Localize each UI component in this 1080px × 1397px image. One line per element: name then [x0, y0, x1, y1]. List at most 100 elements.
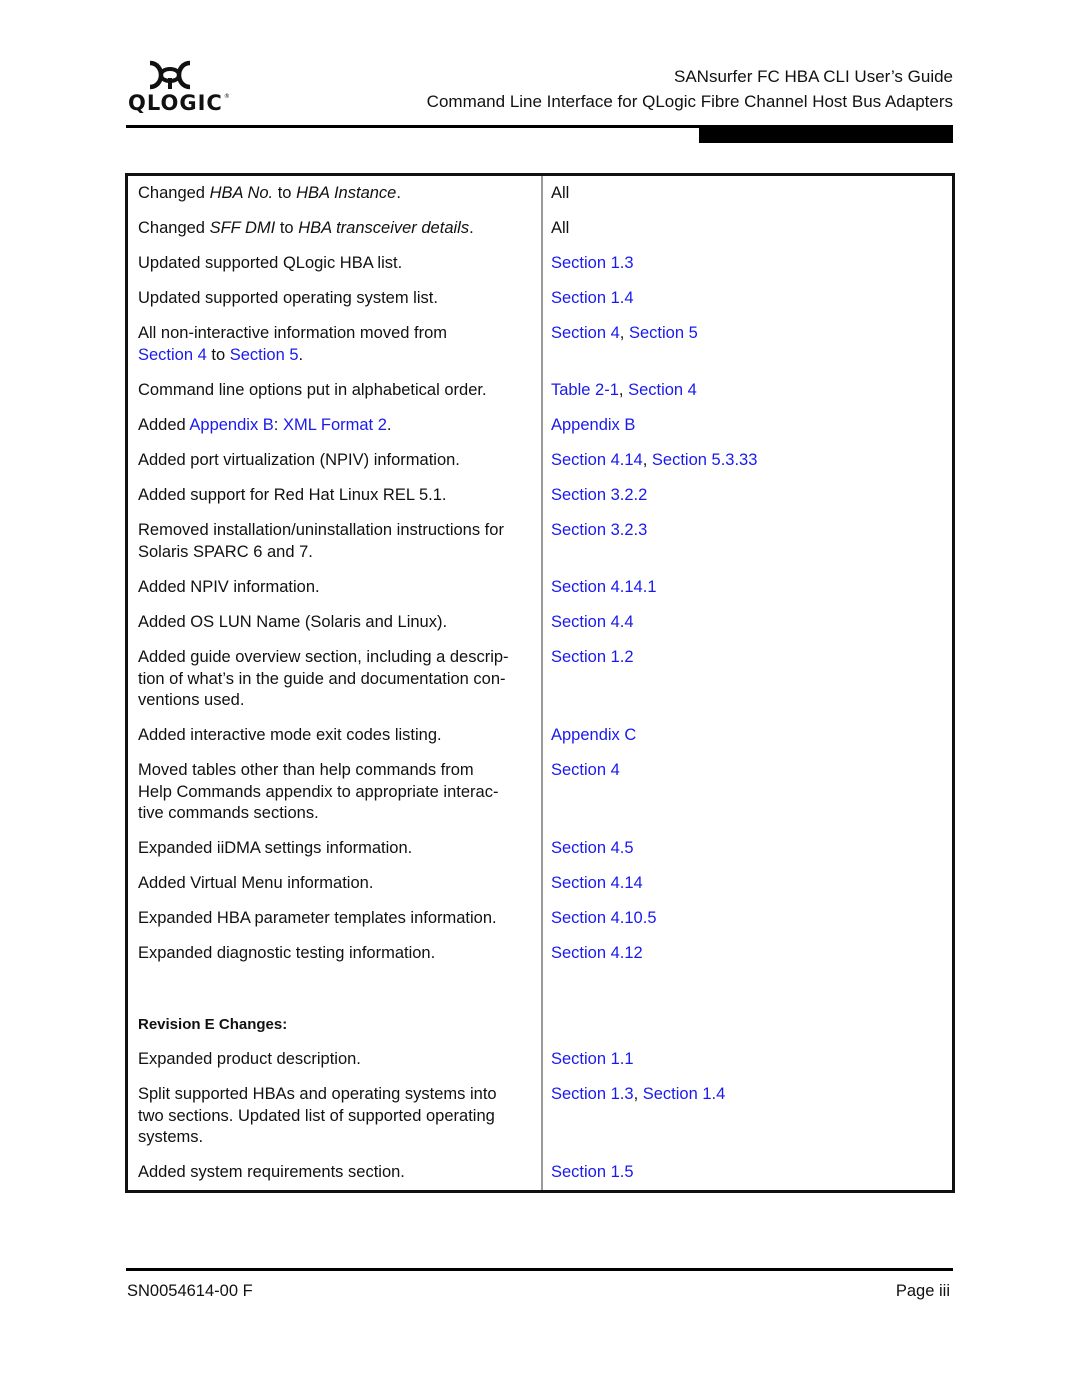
change-description-cell: Expanded diagnostic testing information.: [138, 943, 533, 965]
text: to: [275, 219, 299, 237]
text: All: [551, 219, 570, 237]
cross-reference-link[interactable]: Section 3.2.3: [551, 521, 647, 539]
qlogic-logo-text: QLOGIC®: [128, 91, 231, 115]
text: :: [273, 416, 283, 434]
cross-reference-link[interactable]: Appendix C: [551, 726, 636, 744]
change-description-cell: Added port virtualization (NPIV) informa…: [138, 450, 533, 472]
location-cell: All: [551, 183, 941, 205]
cross-reference-link[interactable]: Section 1.4: [643, 1085, 726, 1103]
cross-reference-link[interactable]: Section 4.14: [551, 451, 643, 469]
text: Expanded iiDMA settings information.: [138, 839, 413, 857]
location-cell: Section 3.2.2: [551, 485, 941, 507]
location-cell: Section 1.1: [551, 1049, 941, 1071]
text: to: [206, 345, 230, 364]
cross-reference-link[interactable]: Appendix B: [551, 416, 635, 434]
text: to: [273, 184, 297, 202]
qlogic-logo-mark-icon: [149, 60, 191, 90]
text: Changed: [138, 184, 210, 202]
change-description-cell: Added Virtual Menu information.: [138, 873, 533, 895]
cross-reference-link[interactable]: Section 5: [230, 346, 299, 364]
cross-reference-link[interactable]: Section 4.10.5: [551, 909, 657, 927]
text: All non-interactive information moved fr…: [138, 324, 448, 342]
location-cell: Section 4.4: [551, 612, 941, 634]
document-number: SN0054614-00 F: [127, 1282, 253, 1300]
cross-reference-link[interactable]: Section 1.1: [551, 1050, 634, 1068]
header-block: [699, 127, 953, 143]
change-description-cell: Changed HBA No. to HBA Instance.: [138, 183, 533, 205]
cross-reference-link[interactable]: XML Format 2: [283, 416, 387, 434]
text: Added port virtualization (NPIV) informa…: [138, 451, 460, 469]
text: ,: [619, 324, 629, 342]
text: Added: [138, 416, 190, 434]
text: .: [386, 416, 392, 434]
change-description-cell: Added guide overview section, including …: [138, 647, 533, 712]
text: Help Commands appendix to appropriate in…: [138, 782, 499, 801]
text: .: [396, 184, 401, 202]
cross-reference-link[interactable]: Table 2-1: [551, 381, 619, 399]
change-description-cell: Changed SFF DMI to HBA transceiver detai…: [138, 218, 533, 240]
text: Added Virtual Menu information.: [138, 874, 374, 892]
location-cell: Section 4.14, Section 5.3.33: [551, 450, 941, 472]
cross-reference-link[interactable]: Section 4: [551, 761, 620, 779]
cross-reference-link[interactable]: Section 4.12: [551, 944, 643, 962]
location-cell: Section 1.2: [551, 647, 941, 669]
text: Changed: [138, 219, 210, 237]
cross-reference-link[interactable]: Section 4: [551, 324, 620, 342]
cross-reference-link[interactable]: Section 1.2: [551, 648, 634, 666]
location-cell: All: [551, 218, 941, 240]
text: Updated supported QLogic HBA list.: [138, 254, 403, 272]
change-description-cell: Removed installation/uninstallation inst…: [138, 520, 533, 563]
text: Expanded diagnostic testing information.: [138, 944, 436, 962]
cross-reference-link[interactable]: Section 5: [629, 324, 698, 342]
cross-reference-link[interactable]: Section 4: [628, 381, 697, 399]
change-description-cell: Added interactive mode exit codes listin…: [138, 725, 533, 747]
document-title: SANsurfer FC HBA CLI User’s Guide: [673, 67, 953, 86]
change-description-cell: Command line options put in alphabetical…: [138, 380, 533, 402]
text: Solaris SPARC 6 and 7.: [138, 542, 313, 561]
cross-reference-link[interactable]: Section 1.3: [551, 1085, 634, 1103]
italic-term: SFF DMI: [209, 219, 276, 237]
change-description-cell: Moved tables other than help commands fr…: [138, 760, 533, 825]
text: Added interactive mode exit codes listin…: [138, 726, 442, 744]
cross-reference-link[interactable]: Section 4: [138, 346, 207, 364]
qlogic-logo: QLOGIC®: [128, 60, 230, 120]
section-heading: Revision E Changes:: [138, 1016, 288, 1033]
text: Added OS LUN Name (Solaris and Linux).: [138, 613, 448, 631]
cross-reference-link[interactable]: Section 5.3.33: [652, 451, 758, 469]
italic-term: HBA Instance: [296, 184, 397, 202]
change-description-cell: Added NPIV information.: [138, 577, 533, 599]
text: Command line options put in alphabetical…: [138, 381, 487, 399]
cross-reference-link[interactable]: Section 4.5: [551, 839, 634, 857]
cross-reference-link[interactable]: Section 1.3: [551, 254, 634, 272]
italic-term: HBA No.: [209, 184, 274, 202]
location-cell: Table 2-1, Section 4: [551, 380, 941, 402]
cross-reference-link[interactable]: Appendix B: [189, 416, 273, 434]
text: tion of what’s in the guide and document…: [138, 669, 506, 688]
cross-reference-link[interactable]: Section 3.2.2: [551, 486, 647, 504]
change-description-cell: Revision E Changes:: [138, 1014, 533, 1036]
text: Expanded HBA parameter templates informa…: [138, 909, 497, 927]
location-cell: Section 1.3: [551, 253, 941, 275]
change-description-cell: Added system requirements section.: [138, 1162, 533, 1184]
change-description-cell: Added support for Red Hat Linux REL 5.1.: [138, 485, 533, 507]
location-cell: Section 4.14: [551, 873, 941, 895]
change-description-cell: All non-interactive information moved fr…: [138, 323, 533, 366]
cross-reference-link[interactable]: Section 1.4: [551, 289, 634, 307]
location-cell: Section 4.10.5: [551, 908, 941, 930]
text: Moved tables other than help commands fr…: [138, 761, 474, 779]
text: Added system requirements section.: [138, 1163, 405, 1181]
change-description-cell: Expanded product description.: [138, 1049, 533, 1071]
location-cell: Section 4, Section 5: [551, 323, 941, 345]
location-cell: Section 4.5: [551, 838, 941, 860]
cross-reference-link[interactable]: Section 4.4: [551, 613, 634, 631]
text: ventions used.: [138, 691, 245, 709]
location-cell: Section 4.14.1: [551, 577, 941, 599]
cross-reference-link[interactable]: Section 1.5: [551, 1163, 634, 1181]
text: ,: [618, 381, 629, 399]
text: Split supported HBAs and operating syste…: [138, 1085, 497, 1103]
cross-reference-link[interactable]: Section 4.14.1: [551, 578, 657, 596]
text: Expanded product description.: [138, 1050, 361, 1068]
cross-reference-link[interactable]: Section 4.14: [551, 874, 643, 892]
text: ,: [633, 1085, 643, 1103]
text: two sections. Updated list of supported …: [138, 1106, 495, 1125]
